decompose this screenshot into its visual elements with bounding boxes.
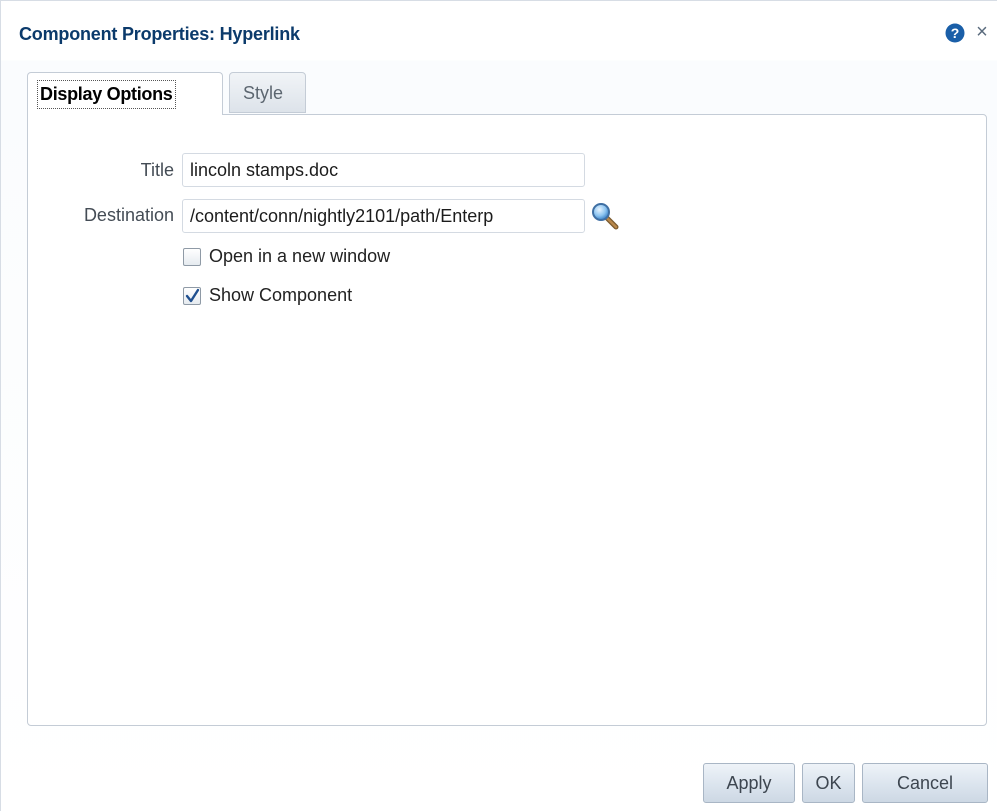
close-icon[interactable]: ×: [972, 21, 992, 43]
tab-display-options[interactable]: Display Options: [27, 72, 223, 115]
search-icon[interactable]: [590, 201, 622, 231]
dialog-top-border: [0, 0, 997, 1]
svg-text:?: ?: [951, 25, 960, 41]
checkmark-icon: [185, 288, 200, 303]
help-icon[interactable]: ?: [945, 23, 965, 43]
show-component-checkbox[interactable]: [183, 287, 201, 305]
cancel-button[interactable]: Cancel: [862, 763, 988, 803]
title-input[interactable]: lincoln stamps.doc: [182, 153, 585, 187]
ok-button[interactable]: OK: [802, 763, 855, 803]
destination-input[interactable]: /content/conn/nightly2101/path/Enterp: [182, 199, 585, 233]
dialog-left-border: [0, 0, 1, 811]
open-new-window-label[interactable]: Open in a new window: [209, 246, 390, 267]
open-new-window-checkbox[interactable]: [183, 248, 201, 266]
tab-display-options-label: Display Options: [37, 80, 176, 109]
component-properties-dialog: Component Properties: Hyperlink ? × Disp…: [0, 0, 997, 811]
title-label: Title: [140, 160, 174, 180]
show-component-label[interactable]: Show Component: [209, 285, 352, 306]
tab-style[interactable]: Style: [229, 72, 306, 113]
destination-label: Destination: [83, 205, 174, 225]
dialog-title: Component Properties: Hyperlink: [19, 24, 300, 44]
apply-button[interactable]: Apply: [703, 763, 795, 803]
